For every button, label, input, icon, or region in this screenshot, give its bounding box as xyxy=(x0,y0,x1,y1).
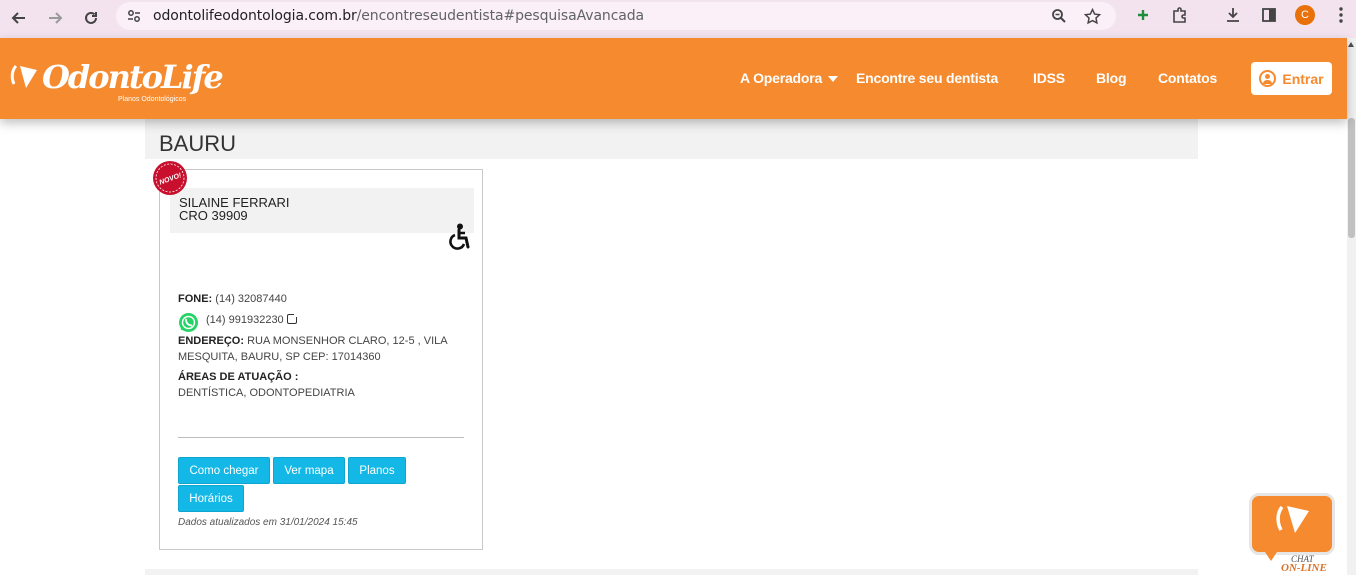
dentist-cro: CRO 39909 xyxy=(179,208,248,223)
areas-value: DENTÍSTICA, ODONTOPEDIATRIA xyxy=(178,387,355,399)
phone-line: FONE: (14) 32087440 xyxy=(178,291,287,307)
menu-encontre-dentista[interactable]: Encontre seu dentista xyxy=(856,70,998,86)
chat-logo-icon xyxy=(1276,505,1309,533)
whatsapp-link[interactable]: (14) 991932230 xyxy=(206,313,298,326)
extension-plus-icon[interactable] xyxy=(1133,5,1153,25)
areas-line: ÁREAS DE ATUAÇÃO : DENTÍSTICA, ODONTOPED… xyxy=(178,369,355,401)
scroll-thumb[interactable] xyxy=(1348,118,1355,238)
dentist-card: SILAINE FERRARI CRO 39909 NOVO! FONE: (1… xyxy=(153,161,483,550)
user-icon xyxy=(1259,70,1277,87)
odontolife-logo[interactable]: OdontoLife Planos Odontológicos xyxy=(10,58,224,108)
logo-mark-icon xyxy=(10,64,37,88)
menu-idss[interactable]: IDSS xyxy=(1033,70,1065,86)
phone-value: (14) 32087440 xyxy=(215,293,287,305)
updated-timestamp: Dados atualizados em 31/01/2024 15:45 xyxy=(178,517,358,528)
menu-dots-icon[interactable] xyxy=(1331,5,1351,25)
plans-button[interactable]: Planos xyxy=(348,457,406,484)
areas-label: ÁREAS DE ATUAÇÃO : xyxy=(178,371,299,383)
login-label: Entrar xyxy=(1282,70,1324,87)
address-bar[interactable]: odontolifeodontologia.com.br/encontreseu… xyxy=(116,2,1116,30)
menu-a-operadora[interactable]: A Operadora xyxy=(740,70,839,86)
url-text: odontolifeodontologia.com.br/encontreseu… xyxy=(153,8,645,24)
address-value-1: RUA MONSENHOR CLARO, 12-5 , VILA xyxy=(247,335,448,347)
city-title: BAURU xyxy=(159,131,237,156)
city-header: BAURU xyxy=(145,119,1198,159)
sidepanel-icon[interactable] xyxy=(1259,5,1279,25)
chevron-down-icon xyxy=(828,76,839,83)
address-value-2: MESQUITA, BAURU, SP CEP: 17014360 xyxy=(178,351,381,363)
dentist-card-header: SILAINE FERRARI CRO 39909 xyxy=(170,188,474,233)
view-map-button[interactable]: Ver mapa xyxy=(273,457,345,484)
accessibility-icon xyxy=(449,223,470,250)
directions-button[interactable]: Como chegar xyxy=(178,457,270,484)
star-icon[interactable] xyxy=(1083,7,1101,25)
card-divider xyxy=(178,437,464,438)
back-icon[interactable] xyxy=(5,4,33,32)
whatsapp-number: (14) 991932230 xyxy=(206,314,284,326)
page-scrollbar[interactable] xyxy=(1347,38,1356,575)
address-line: ENDEREÇO: RUA MONSENHOR CLARO, 12-5 , VI… xyxy=(178,333,448,365)
logo-subtitle: Planos Odontológicos xyxy=(118,96,187,103)
menu-blog[interactable]: Blog xyxy=(1096,70,1127,86)
site-header: OdontoLife Planos Odontológicos A Operad… xyxy=(0,38,1347,119)
phone-label: FONE: xyxy=(178,293,213,305)
scroll-up-arrow-icon[interactable] xyxy=(1348,42,1354,47)
chat-online-label: ON-LINE xyxy=(1281,562,1327,574)
chat-bubble-tail xyxy=(1263,549,1279,561)
zoom-icon[interactable] xyxy=(1050,7,1068,25)
download-icon[interactable] xyxy=(1223,5,1243,25)
external-link-icon xyxy=(286,313,298,324)
whatsapp-icon[interactable] xyxy=(178,312,199,333)
login-button[interactable]: Entrar xyxy=(1251,62,1332,95)
novo-badge-icon: NOVO! xyxy=(153,161,187,195)
forward-icon[interactable] xyxy=(41,4,69,32)
hours-button[interactable]: Horários xyxy=(178,485,244,512)
chat-online-widget[interactable]: CHAT ON-LINE xyxy=(1249,493,1335,575)
menu-contatos[interactable]: Contatos xyxy=(1158,70,1217,86)
logo-text: OdontoLife xyxy=(42,58,224,96)
address-label: ENDEREÇO: xyxy=(178,335,245,347)
extensions-icon[interactable] xyxy=(1170,5,1190,25)
profile-avatar[interactable]: C xyxy=(1295,5,1315,25)
menu-a-operadora-label: A Operadora xyxy=(740,70,823,86)
next-section-bar xyxy=(145,569,1198,575)
reload-icon[interactable] xyxy=(77,4,105,32)
site-info-icon[interactable] xyxy=(126,8,142,24)
browser-toolbar: odontolifeodontologia.com.br/encontreseu… xyxy=(0,0,1356,38)
